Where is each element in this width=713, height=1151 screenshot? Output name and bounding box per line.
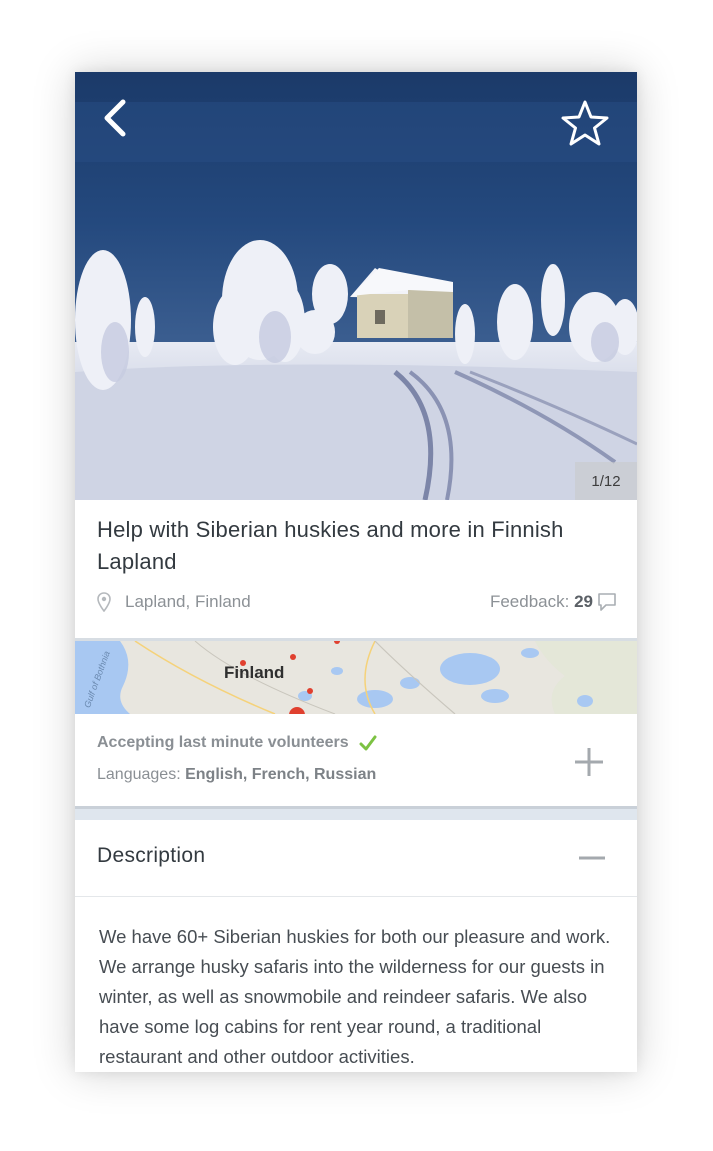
- languages-label: Languages:: [97, 766, 181, 783]
- map-pin-icon: [97, 592, 111, 612]
- map-graphic: Gulf of Bothnia: [75, 641, 637, 714]
- favorite-button[interactable]: [559, 98, 611, 150]
- listing-header: Help with Siberian huskies and more in F…: [75, 500, 637, 638]
- minus-icon: [579, 856, 605, 860]
- listing-details: Accepting last minute volunteers Languag…: [75, 714, 637, 806]
- languages-row: Languages: English, French, Russian: [97, 766, 376, 784]
- location-text: Lapland, Finland: [125, 592, 251, 611]
- languages-value: English, French, Russian: [185, 766, 377, 783]
- plus-icon: [575, 748, 603, 776]
- feedback-link[interactable]: Feedback: 29: [490, 592, 593, 612]
- description-text: We have 60+ Siberian huskies for both ou…: [99, 926, 611, 1067]
- star-outline-icon: [561, 100, 609, 146]
- checkmark-icon: [359, 735, 377, 751]
- map-country-label: Finland: [224, 663, 285, 682]
- hero-image-carousel[interactable]: 1/12: [75, 72, 637, 500]
- last-minute-text: Accepting last minute volunteers: [97, 734, 349, 751]
- listing-title: Help with Siberian huskies and more in F…: [97, 517, 564, 574]
- last-minute-status: Accepting last minute volunteers: [97, 734, 377, 752]
- listing-screen: 1/12 Help with Siberian huskies and more…: [75, 72, 637, 1072]
- comment-icon: [598, 593, 616, 611]
- section-divider: [75, 806, 637, 820]
- description-header[interactable]: Description: [75, 820, 637, 897]
- location-row: Lapland, Finland Feedback: 29: [97, 590, 617, 616]
- back-button[interactable]: [97, 96, 137, 140]
- location-map[interactable]: Gulf of Bothnia Finland: [75, 641, 637, 714]
- description-heading: Description: [97, 844, 206, 867]
- feedback-count: 29: [574, 592, 593, 611]
- feedback-label: Feedback:: [489, 592, 570, 611]
- expand-details-button[interactable]: [571, 744, 607, 780]
- chevron-left-icon: [104, 99, 126, 137]
- collapse-description-button[interactable]: [575, 844, 609, 872]
- image-counter: 1/12: [575, 462, 637, 500]
- snowy-landscape-photo: [75, 72, 637, 500]
